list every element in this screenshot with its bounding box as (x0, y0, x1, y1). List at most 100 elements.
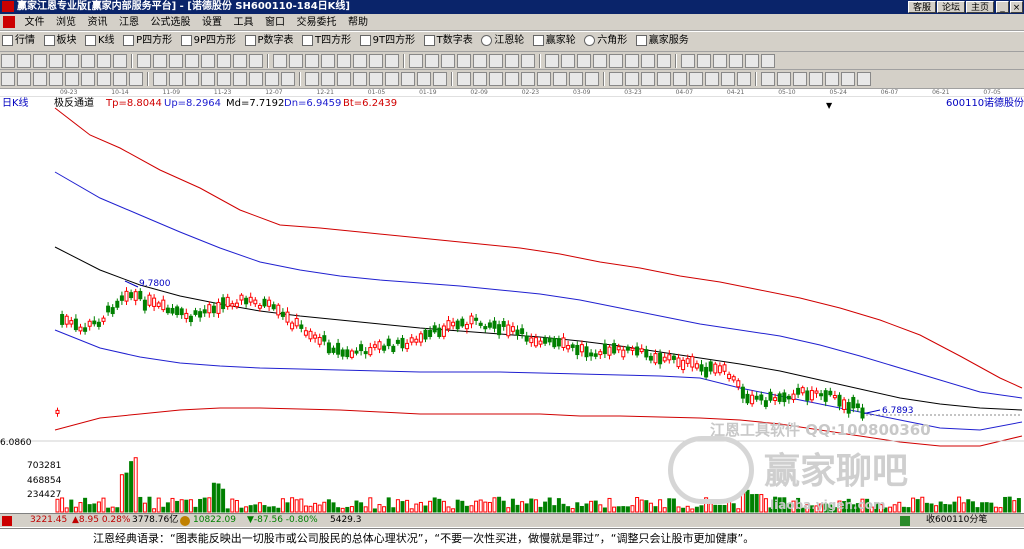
draw-tool-icon-15[interactable] (233, 54, 247, 68)
analysis-tool-icon-47[interactable] (777, 72, 791, 86)
draw-tool-icon-21[interactable] (337, 54, 351, 68)
analysis-tool-icon-11[interactable] (169, 72, 183, 86)
analysis-tool-icon-30[interactable] (489, 72, 503, 86)
analysis-tool-icon-49[interactable] (809, 72, 823, 86)
minimize-icon[interactable]: _ (996, 1, 1009, 13)
menu-file[interactable]: 文件 (21, 14, 49, 31)
draw-tool-icon-44[interactable] (729, 54, 743, 68)
analysis-tool-icon-26[interactable] (417, 72, 431, 86)
analysis-tool-icon-42[interactable] (689, 72, 703, 86)
tool-winner-wheel[interactable]: 赢家轮 (531, 32, 579, 50)
draw-tool-icon-19[interactable] (305, 54, 319, 68)
analysis-tool-icon-1[interactable] (1, 72, 15, 86)
menu-tools[interactable]: 工具 (230, 14, 258, 31)
tool-p-square[interactable]: P四方形 (121, 32, 175, 50)
draw-tool-icon-2[interactable] (17, 54, 31, 68)
analysis-tool-icon-48[interactable] (793, 72, 807, 86)
draw-tool-icon-32[interactable] (521, 54, 535, 68)
analysis-tool-icon-28[interactable] (457, 72, 471, 86)
menu-help[interactable]: 帮助 (344, 14, 372, 31)
analysis-tool-icon-15[interactable] (233, 72, 247, 86)
draw-tool-icon-23[interactable] (369, 54, 383, 68)
analysis-tool-icon-51[interactable] (841, 72, 855, 86)
draw-tool-icon-39[interactable] (641, 54, 655, 68)
analysis-tool-icon-35[interactable] (569, 72, 583, 86)
analysis-tool-icon-37[interactable] (609, 72, 623, 86)
draw-tool-icon-11[interactable] (169, 54, 183, 68)
menu-gann[interactable]: 江恩 (115, 14, 143, 31)
draw-tool-icon-34[interactable] (561, 54, 575, 68)
draw-tool-icon-35[interactable] (577, 54, 591, 68)
draw-tool-icon-45[interactable] (745, 54, 759, 68)
draw-tool-icon-17[interactable] (273, 54, 287, 68)
analysis-tool-icon-36[interactable] (585, 72, 599, 86)
menu-info[interactable]: 资讯 (84, 14, 112, 31)
draw-tool-icon-33[interactable] (545, 54, 559, 68)
tool-hexagon[interactable]: 六角形 (582, 32, 630, 50)
analysis-tool-icon-16[interactable] (249, 72, 263, 86)
analysis-tool-icon-46[interactable] (761, 72, 775, 86)
analysis-tool-icon-10[interactable] (153, 72, 167, 86)
tool-p-table[interactable]: P数字表 (243, 32, 297, 50)
draw-tool-icon-29[interactable] (473, 54, 487, 68)
draw-tool-icon-25[interactable] (409, 54, 423, 68)
analysis-tool-icon-27[interactable] (433, 72, 447, 86)
analysis-tool-icon-9[interactable] (129, 72, 143, 86)
analysis-tool-icon-32[interactable] (521, 72, 535, 86)
draw-tool-icon-38[interactable] (625, 54, 639, 68)
analysis-tool-icon-7[interactable] (97, 72, 111, 86)
analysis-tool-icon-6[interactable] (81, 72, 95, 86)
analysis-tool-icon-3[interactable] (33, 72, 47, 86)
analysis-tool-icon-19[interactable] (305, 72, 319, 86)
close-icon[interactable]: × (1010, 1, 1023, 13)
analysis-tool-icon-31[interactable] (505, 72, 519, 86)
draw-tool-icon-3[interactable] (33, 54, 47, 68)
menu-window[interactable]: 窗口 (261, 14, 289, 31)
analysis-tool-icon-25[interactable] (401, 72, 415, 86)
analysis-tool-icon-13[interactable] (201, 72, 215, 86)
analysis-tool-icon-22[interactable] (353, 72, 367, 86)
analysis-tool-icon-18[interactable] (281, 72, 295, 86)
analysis-tool-icon-40[interactable] (657, 72, 671, 86)
menu-browse[interactable]: 浏览 (52, 14, 80, 31)
analysis-tool-icon-43[interactable] (705, 72, 719, 86)
analysis-tool-icon-8[interactable] (113, 72, 127, 86)
draw-tool-icon-7[interactable] (97, 54, 111, 68)
tool-quotes[interactable]: 行情 (0, 32, 38, 50)
tool-kline[interactable]: K线 (83, 32, 118, 50)
analysis-tool-icon-2[interactable] (17, 72, 31, 86)
analysis-tool-icon-4[interactable] (49, 72, 63, 86)
draw-tool-icon-27[interactable] (441, 54, 455, 68)
draw-tool-icon-6[interactable] (81, 54, 95, 68)
tool-winner-service[interactable]: 赢家服务 (634, 32, 692, 50)
draw-tool-icon-10[interactable] (153, 54, 167, 68)
analysis-tool-icon-52[interactable] (857, 72, 871, 86)
draw-tool-icon-18[interactable] (289, 54, 303, 68)
draw-tool-icon-37[interactable] (609, 54, 623, 68)
menu-settings[interactable]: 设置 (198, 14, 226, 31)
analysis-tool-icon-38[interactable] (625, 72, 639, 86)
draw-tool-icon-9[interactable] (137, 54, 151, 68)
analysis-tool-icon-34[interactable] (553, 72, 567, 86)
draw-tool-icon-1[interactable] (1, 54, 15, 68)
analysis-tool-icon-45[interactable] (737, 72, 751, 86)
tool-t-square[interactable]: T四方形 (300, 32, 354, 50)
tool-gann-wheel[interactable]: 江恩轮 (479, 32, 527, 50)
draw-tool-icon-13[interactable] (201, 54, 215, 68)
menu-trade[interactable]: 交易委托 (293, 14, 341, 31)
analysis-tool-icon-5[interactable] (65, 72, 79, 86)
analysis-tool-icon-44[interactable] (721, 72, 735, 86)
service-button[interactable]: 客服 (908, 1, 936, 13)
analysis-tool-icon-17[interactable] (265, 72, 279, 86)
home-button[interactable]: 主页 (966, 1, 994, 13)
tool-9p-square[interactable]: 9P四方形 (179, 32, 239, 50)
draw-tool-icon-12[interactable] (185, 54, 199, 68)
analysis-tool-icon-50[interactable] (825, 72, 839, 86)
tool-9t-square[interactable]: 9T四方形 (358, 32, 418, 50)
analysis-tool-icon-33[interactable] (537, 72, 551, 86)
analysis-tool-icon-29[interactable] (473, 72, 487, 86)
analysis-tool-icon-12[interactable] (185, 72, 199, 86)
draw-tool-icon-46[interactable] (761, 54, 775, 68)
draw-tool-icon-8[interactable] (113, 54, 127, 68)
draw-tool-icon-42[interactable] (697, 54, 711, 68)
